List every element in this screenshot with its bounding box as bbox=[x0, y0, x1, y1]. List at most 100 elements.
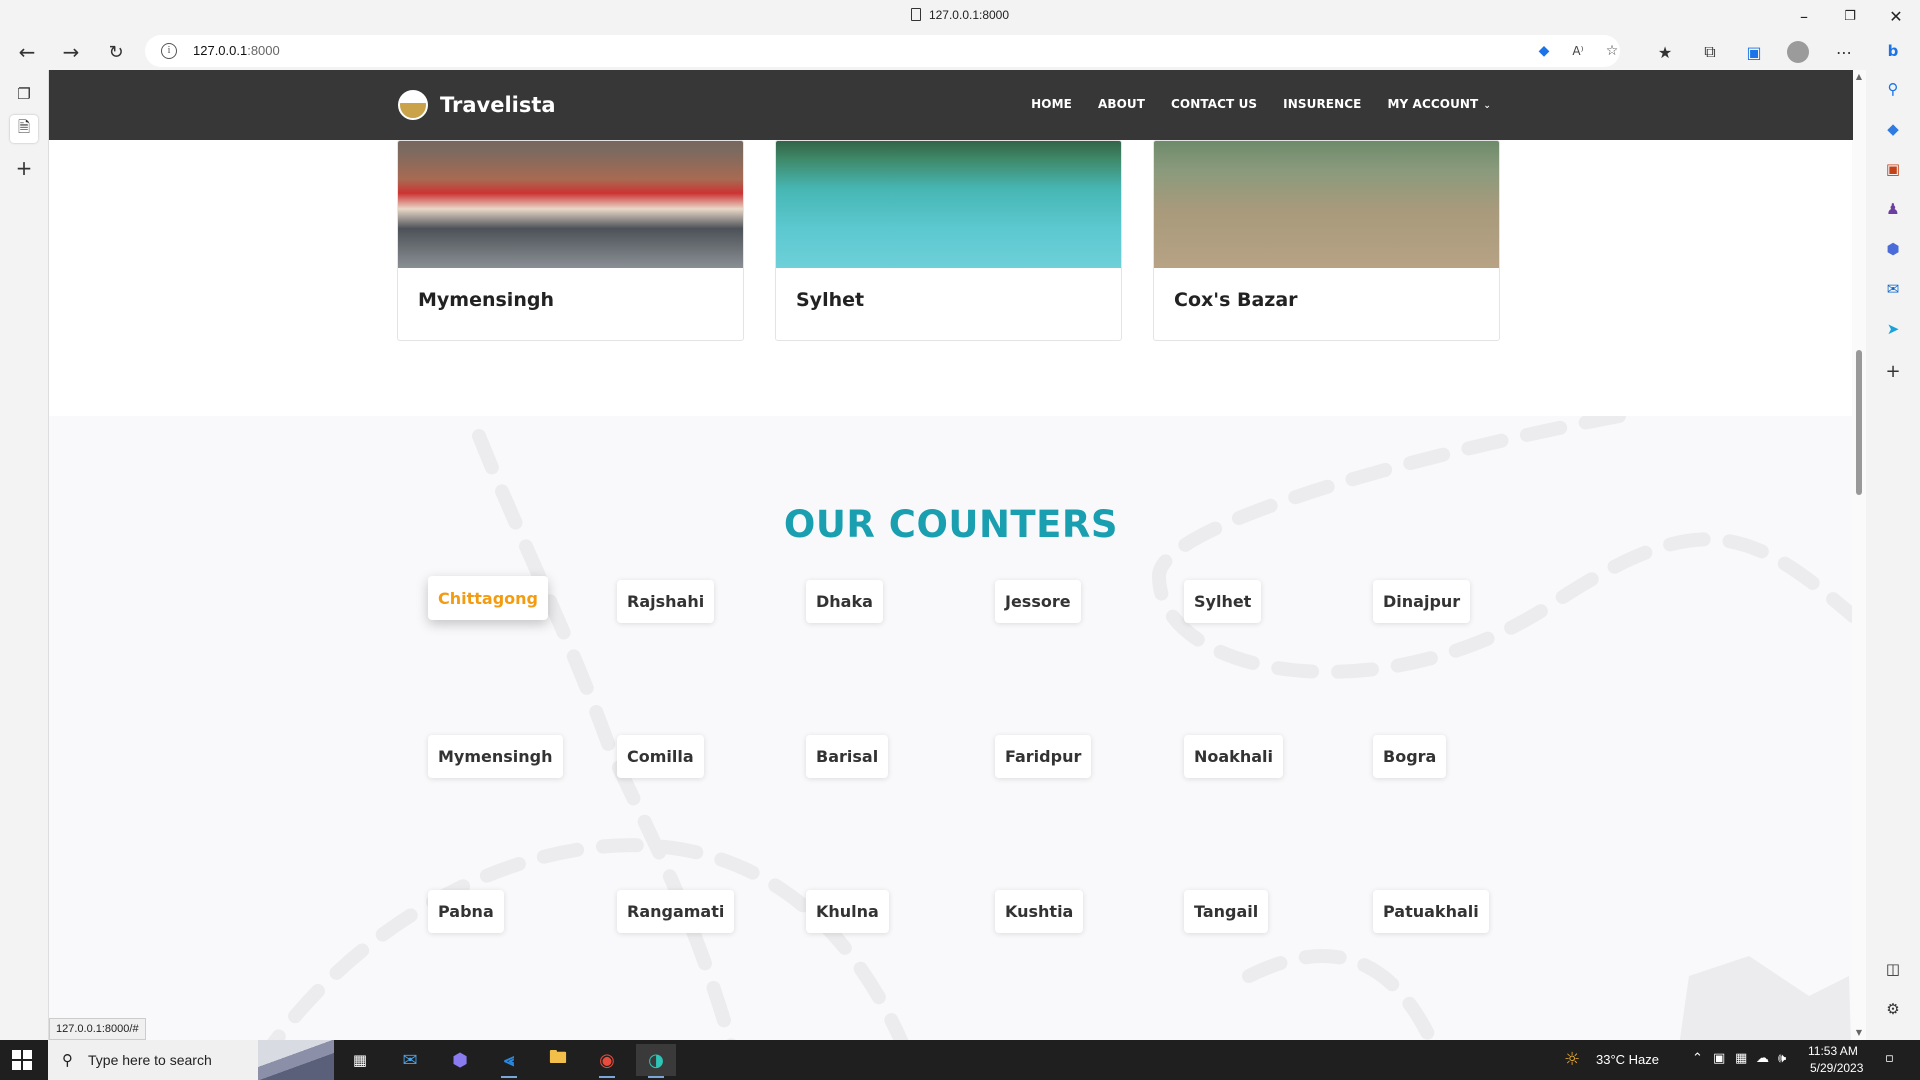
destination-image bbox=[776, 141, 1121, 268]
collections-icon[interactable]: ⧉ bbox=[1698, 41, 1722, 63]
scroll-down-arrow[interactable]: ▼ bbox=[1854, 1028, 1864, 1038]
counter-sylhet[interactable]: Sylhet bbox=[1184, 580, 1262, 623]
counter-dinajpur[interactable]: Dinajpur bbox=[1373, 580, 1471, 623]
add-sidebar-app-button[interactable]: + bbox=[1880, 358, 1906, 384]
nav-home[interactable]: HOME bbox=[1031, 97, 1072, 111]
scroll-up-arrow[interactable]: ▲ bbox=[1854, 72, 1864, 82]
forward-button[interactable]: → bbox=[56, 37, 86, 67]
more-menu-icon[interactable]: ⋯ bbox=[1832, 41, 1856, 63]
back-button[interactable]: ← bbox=[12, 37, 42, 67]
counters-section: OUR COUNTERS Chittagong Rajshahi Dhaka J… bbox=[49, 416, 1853, 1040]
counter-pabna[interactable]: Pabna bbox=[428, 890, 504, 933]
page-scrollbar[interactable]: ▲ ▼ bbox=[1852, 70, 1866, 1040]
search-icon: ⚲ bbox=[62, 1051, 73, 1069]
minimize-button[interactable]: – bbox=[1784, 4, 1824, 28]
app-icon[interactable]: ⬢ bbox=[440, 1044, 480, 1076]
url-host: 127.0.0.1 bbox=[193, 43, 248, 58]
refresh-button[interactable]: ↻ bbox=[101, 37, 131, 67]
destination-card-sylhet[interactable]: Sylhet bbox=[775, 140, 1122, 341]
site-header: Travelista HOME ABOUT CONTACT US INSUREN… bbox=[49, 70, 1853, 140]
counter-noakhali[interactable]: Noakhali bbox=[1184, 735, 1283, 778]
tab-title-text: 127.0.0.1:8000 bbox=[928, 8, 1010, 22]
taskbar-search-placeholder: Type here to search bbox=[88, 1052, 212, 1068]
battery-icon[interactable]: ▦ bbox=[1735, 1051, 1747, 1066]
counter-barisal[interactable]: Barisal bbox=[806, 735, 889, 778]
counter-comilla[interactable]: Comilla bbox=[617, 735, 704, 778]
address-bar[interactable]: i 127.0.0.1:8000 ◆ A⁾ ☆ bbox=[145, 35, 1620, 67]
weather-text[interactable]: 33°C Haze bbox=[1596, 1052, 1659, 1067]
windows-taskbar: ⚲ Type here to search ▦ ✉ ⬢ ⪡ 🖿 ◉ ◑ ☼ 33… bbox=[0, 1040, 1920, 1080]
destination-name: Cox's Bazar bbox=[1174, 289, 1298, 311]
notifications-icon[interactable]: ▫ bbox=[1885, 1051, 1894, 1066]
chevron-down-icon: ⌄ bbox=[1483, 101, 1491, 111]
outlook-icon[interactable]: ✉ bbox=[1880, 276, 1906, 302]
search-icon[interactable]: ⚲ bbox=[1880, 76, 1906, 102]
shopping-tag-icon[interactable]: ◆ bbox=[1533, 41, 1555, 61]
vertical-tabs-strip: ❐ 🗎 + bbox=[0, 70, 48, 1040]
read-aloud-icon[interactable]: A⁾ bbox=[1567, 41, 1589, 61]
url-port: :8000 bbox=[247, 43, 280, 58]
edge-icon[interactable]: ◑ bbox=[636, 1044, 676, 1078]
page-viewport: Mymensingh Sylhet Cox's Bazar Travelista… bbox=[48, 70, 1866, 1040]
counter-kushtia[interactable]: Kushtia bbox=[995, 890, 1084, 933]
nav-about[interactable]: ABOUT bbox=[1098, 97, 1145, 111]
counter-bogra[interactable]: Bogra bbox=[1373, 735, 1447, 778]
start-button[interactable] bbox=[12, 1050, 32, 1070]
add-favorite-icon[interactable]: ☆ bbox=[1601, 41, 1623, 61]
onedrive-icon[interactable]: ☁ bbox=[1756, 1051, 1769, 1066]
counter-faridpur[interactable]: Faridpur bbox=[995, 735, 1092, 778]
drop-icon[interactable]: ➤ bbox=[1880, 316, 1906, 342]
file-explorer-icon[interactable]: 🖿 bbox=[538, 1044, 578, 1076]
page-icon bbox=[910, 8, 921, 21]
shopping-icon[interactable]: ◆ bbox=[1880, 116, 1906, 142]
close-window-button[interactable]: ✕ bbox=[1876, 4, 1916, 28]
destination-card-mymensingh[interactable]: Mymensingh bbox=[397, 140, 744, 341]
counter-rajshahi[interactable]: Rajshahi bbox=[617, 580, 715, 623]
sidebar-settings-icon[interactable]: ⚙ bbox=[1880, 996, 1906, 1022]
counter-rangamati[interactable]: Rangamati bbox=[617, 890, 735, 933]
scroll-thumb[interactable] bbox=[1856, 350, 1862, 495]
bing-chat-icon[interactable]: b bbox=[1880, 38, 1906, 64]
edge-bar-icon[interactable]: ▣ bbox=[1742, 41, 1766, 63]
hide-sidebar-icon[interactable]: ◫ bbox=[1880, 956, 1906, 982]
counter-mymensingh[interactable]: Mymensingh bbox=[428, 735, 563, 778]
new-tab-button[interactable]: + bbox=[10, 154, 38, 182]
counter-patuakhali[interactable]: Patuakhali bbox=[1373, 890, 1489, 933]
counter-chittagong[interactable]: Chittagong bbox=[428, 576, 548, 620]
nav-my-account[interactable]: MY ACCOUNT ⌄ bbox=[1387, 97, 1491, 111]
site-info-icon[interactable]: i bbox=[161, 43, 177, 59]
nav-insurence[interactable]: INSURENCE bbox=[1283, 97, 1361, 111]
tab-actions-icon[interactable]: ❐ bbox=[10, 80, 38, 108]
counter-khulna[interactable]: Khulna bbox=[806, 890, 889, 933]
status-bar-url: 127.0.0.1:8000/# bbox=[49, 1018, 146, 1040]
destination-card-coxs-bazar[interactable]: Cox's Bazar bbox=[1153, 140, 1500, 341]
main-nav: HOME ABOUT CONTACT US INSURENCE MY ACCOU… bbox=[1031, 97, 1491, 111]
clock-time[interactable]: 11:53 AM bbox=[1808, 1044, 1858, 1058]
favorites-icon[interactable]: ★ bbox=[1653, 41, 1677, 63]
current-tab[interactable]: 🗎 bbox=[10, 115, 38, 143]
counter-jessore[interactable]: Jessore bbox=[995, 580, 1081, 623]
brand[interactable]: Travelista bbox=[398, 90, 556, 120]
network-icon[interactable]: ▣ bbox=[1713, 1051, 1725, 1066]
taskbar-search[interactable]: ⚲ Type here to search bbox=[48, 1040, 334, 1080]
chrome-icon[interactable]: ◉ bbox=[587, 1044, 627, 1078]
vscode-icon[interactable]: ⪡ bbox=[489, 1044, 529, 1078]
system-tray: ☼ 33°C Haze ⌃ ▣ ▦ ☁ 🕪 11:53 AM 5/29/2023… bbox=[1520, 1040, 1920, 1080]
counter-tangail[interactable]: Tangail bbox=[1184, 890, 1269, 933]
chevron-up-icon[interactable]: ⌃ bbox=[1692, 1051, 1703, 1066]
tools-icon[interactable]: ▣ bbox=[1880, 156, 1906, 182]
search-highlight-image bbox=[258, 1040, 334, 1080]
restore-button[interactable]: ❐ bbox=[1830, 4, 1870, 28]
tab-title: 127.0.0.1:8000 bbox=[0, 8, 1920, 22]
volume-icon[interactable]: 🕪 bbox=[1778, 1051, 1786, 1066]
profile-avatar[interactable] bbox=[1786, 41, 1810, 63]
window-titlebar: 127.0.0.1:8000 – ❐ ✕ bbox=[0, 0, 1920, 32]
games-icon[interactable]: ♟ bbox=[1880, 196, 1906, 222]
clock-date[interactable]: 5/29/2023 bbox=[1810, 1061, 1863, 1075]
url-text[interactable]: 127.0.0.1:8000 bbox=[193, 43, 280, 58]
mail-icon[interactable]: ✉ bbox=[390, 1044, 430, 1076]
task-view-icon[interactable]: ▦ bbox=[340, 1044, 380, 1076]
counter-dhaka[interactable]: Dhaka bbox=[806, 580, 883, 623]
microsoft-365-icon[interactable]: ⬢ bbox=[1880, 236, 1906, 262]
nav-contact-us[interactable]: CONTACT US bbox=[1171, 97, 1257, 111]
